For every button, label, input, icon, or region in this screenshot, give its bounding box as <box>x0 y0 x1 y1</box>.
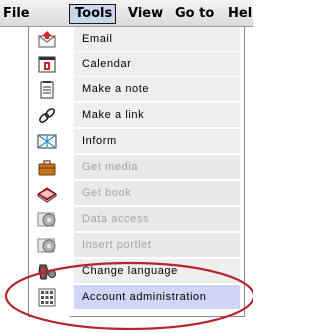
menu-item-label: Make a note <box>74 77 240 102</box>
calendar-icon <box>36 55 58 74</box>
menu-item-calendar[interactable]: Calendar <box>28 52 244 77</box>
menu-item-inform[interactable]: Inform <box>28 129 244 154</box>
menu-file[interactable]: File <box>3 4 35 24</box>
menu-item-label: Data access <box>74 207 240 232</box>
portlet-icon <box>36 236 58 255</box>
menu-item-label: Get book <box>74 181 240 206</box>
menu-item-get-book: Get book <box>28 181 244 206</box>
data-access-icon <box>36 210 58 229</box>
link-icon <box>36 106 58 125</box>
menu-item-make-a-link[interactable]: Make a link <box>28 103 244 128</box>
menu-item-get-media: Get media <box>28 155 244 180</box>
inform-icon <box>36 132 58 151</box>
note-icon <box>36 80 58 99</box>
menu-item-data-access: Data access <box>28 207 244 232</box>
menu-item-email[interactable]: Email <box>28 27 244 52</box>
menu-item-label: Inform <box>74 129 240 154</box>
menu-view[interactable]: View <box>128 4 164 24</box>
menu-item-label: Account administration <box>74 285 240 310</box>
menu-item-label: Email <box>74 27 240 52</box>
menu-bar: File Tools View Go to Hel <box>0 0 253 27</box>
menu-go-to[interactable]: Go to <box>175 4 219 24</box>
account-admin-icon <box>36 288 58 307</box>
menu-item-account-administration[interactable]: Account administration <box>28 285 244 310</box>
briefcase-icon <box>36 158 58 177</box>
menu-item-label: Change language <box>74 259 240 284</box>
menu-item-label: Insert portlet <box>74 233 240 258</box>
menu-item-change-language[interactable]: Change language <box>28 259 244 284</box>
menu-item-label: Get media <box>74 155 240 180</box>
menu-item-insert-portlet: Insert portlet <box>28 233 244 258</box>
menu-item-label: Make a link <box>74 103 240 128</box>
menu-item-make-a-note[interactable]: Make a note <box>28 77 244 102</box>
language-icon <box>36 262 58 281</box>
book-icon <box>36 184 58 203</box>
email-icon <box>36 30 58 49</box>
menu-tools[interactable]: Tools <box>69 4 116 24</box>
menu-item-label: Calendar <box>74 52 240 77</box>
menu-help[interactable]: Hel <box>228 4 253 24</box>
